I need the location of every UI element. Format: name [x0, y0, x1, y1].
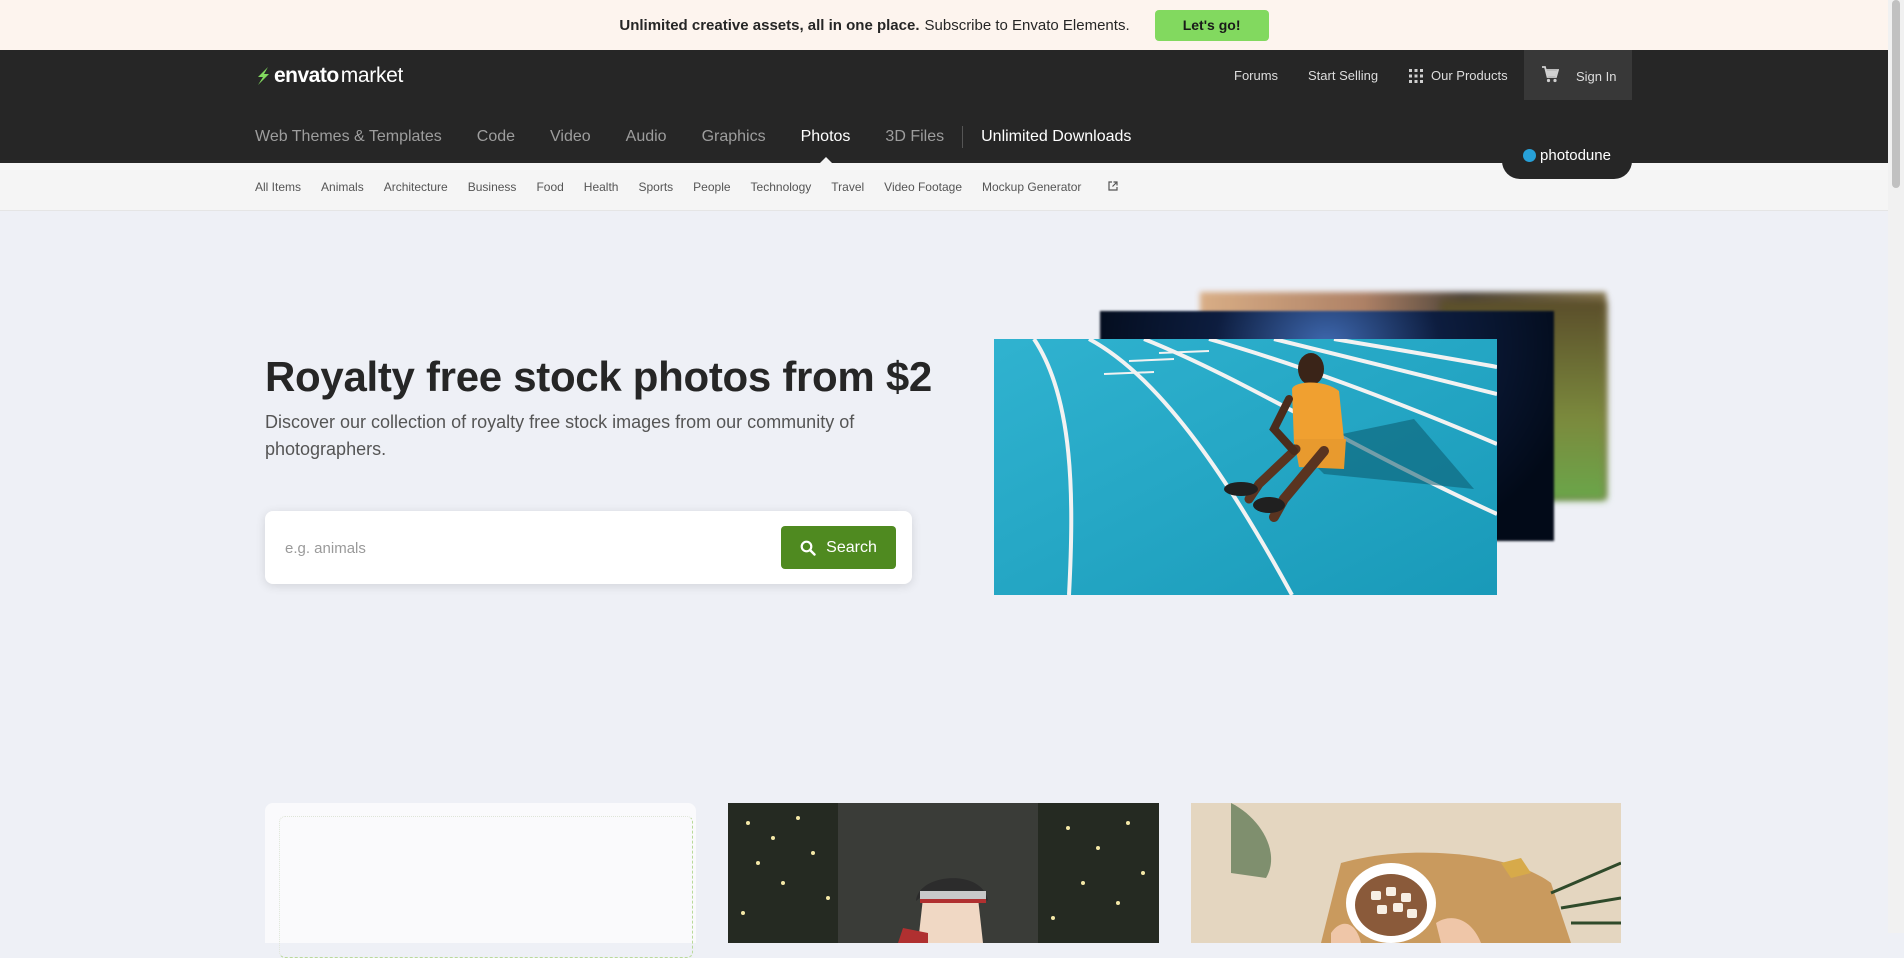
promo-bold-text: Unlimited creative assets, all in one pl…: [619, 16, 920, 34]
category-nav: Web Themes & Templates Code Video Audio …: [255, 126, 1132, 169]
logo-envato: envato: [274, 64, 339, 87]
photodune-badge[interactable]: photodune: [1502, 132, 1632, 179]
external-link-icon: [1108, 181, 1118, 191]
dashed-frame: [279, 816, 693, 958]
search-button[interactable]: Search: [781, 526, 896, 569]
subnav-travel[interactable]: Travel: [831, 180, 864, 194]
sign-in-link[interactable]: Sign In: [1576, 69, 1616, 84]
tab-code[interactable]: Code: [477, 128, 515, 163]
subnav-video-footage[interactable]: Video Footage: [884, 180, 962, 194]
hero-subtitle: Discover our collection of royalty free …: [265, 412, 855, 459]
hero-image-runner: [994, 339, 1497, 595]
photodune-logo-icon: [1523, 149, 1537, 162]
subnav-animals[interactable]: Animals: [321, 180, 364, 194]
search-icon: [800, 540, 816, 556]
search-box: Search: [265, 511, 912, 584]
subnav-mockup-generator[interactable]: Mockup Generator: [982, 180, 1118, 194]
search-input[interactable]: [283, 533, 767, 563]
tab-photos[interactable]: Photos: [801, 128, 850, 163]
signin-area: Sign In: [1524, 50, 1632, 100]
mockup-generator-label: Mockup Generator: [982, 180, 1082, 194]
tab-web-themes[interactable]: Web Themes & Templates: [255, 128, 442, 163]
promo-text: Subscribe to Envato Elements.: [924, 16, 1130, 34]
page-scrollbar[interactable]: [1888, 0, 1904, 933]
subnav-people[interactable]: People: [693, 180, 730, 194]
tab-audio[interactable]: Audio: [626, 128, 667, 163]
tab-3d-files[interactable]: 3D Files: [885, 128, 944, 163]
envato-market-logo[interactable]: envato market: [255, 64, 403, 88]
logo-market: market: [340, 64, 404, 87]
search-button-label: Search: [826, 538, 877, 556]
tab-unlimited-downloads[interactable]: Unlimited Downloads: [981, 128, 1132, 169]
grid-icon: [1409, 68, 1423, 83]
forums-link[interactable]: Forums: [1234, 68, 1278, 83]
photodune-label: photodune: [1540, 147, 1611, 164]
start-selling-link[interactable]: Start Selling: [1308, 68, 1378, 83]
subnav-all-items[interactable]: All Items: [255, 180, 301, 194]
photo-card-child-christmas[interactable]: [728, 803, 1159, 943]
subnav-business[interactable]: Business: [468, 180, 517, 194]
envato-leaf-icon: [258, 67, 269, 85]
promo-banner: Unlimited creative assets, all in one pl…: [0, 0, 1888, 50]
cart-icon[interactable]: [1541, 66, 1559, 83]
tab-video[interactable]: Video: [550, 128, 591, 163]
tab-graphics[interactable]: Graphics: [702, 128, 766, 163]
subnav-health[interactable]: Health: [584, 180, 619, 194]
lets-go-button[interactable]: Let's go!: [1154, 9, 1269, 41]
nav-divider: [962, 126, 964, 148]
our-products-menu[interactable]: Our Products: [1409, 68, 1508, 83]
subnav-sports[interactable]: Sports: [638, 180, 673, 194]
our-products-label: Our Products: [1431, 68, 1508, 83]
subnav-food[interactable]: Food: [536, 180, 563, 194]
scrollbar-thumb[interactable]: [1892, 0, 1900, 188]
promo-card-placeholder[interactable]: [265, 803, 696, 958]
subnav-architecture[interactable]: Architecture: [384, 180, 448, 194]
photo-card-hot-chocolate[interactable]: [1191, 803, 1621, 943]
hero-title: Royalty free stock photos from $2: [265, 353, 932, 400]
subnav-technology[interactable]: Technology: [751, 180, 812, 194]
